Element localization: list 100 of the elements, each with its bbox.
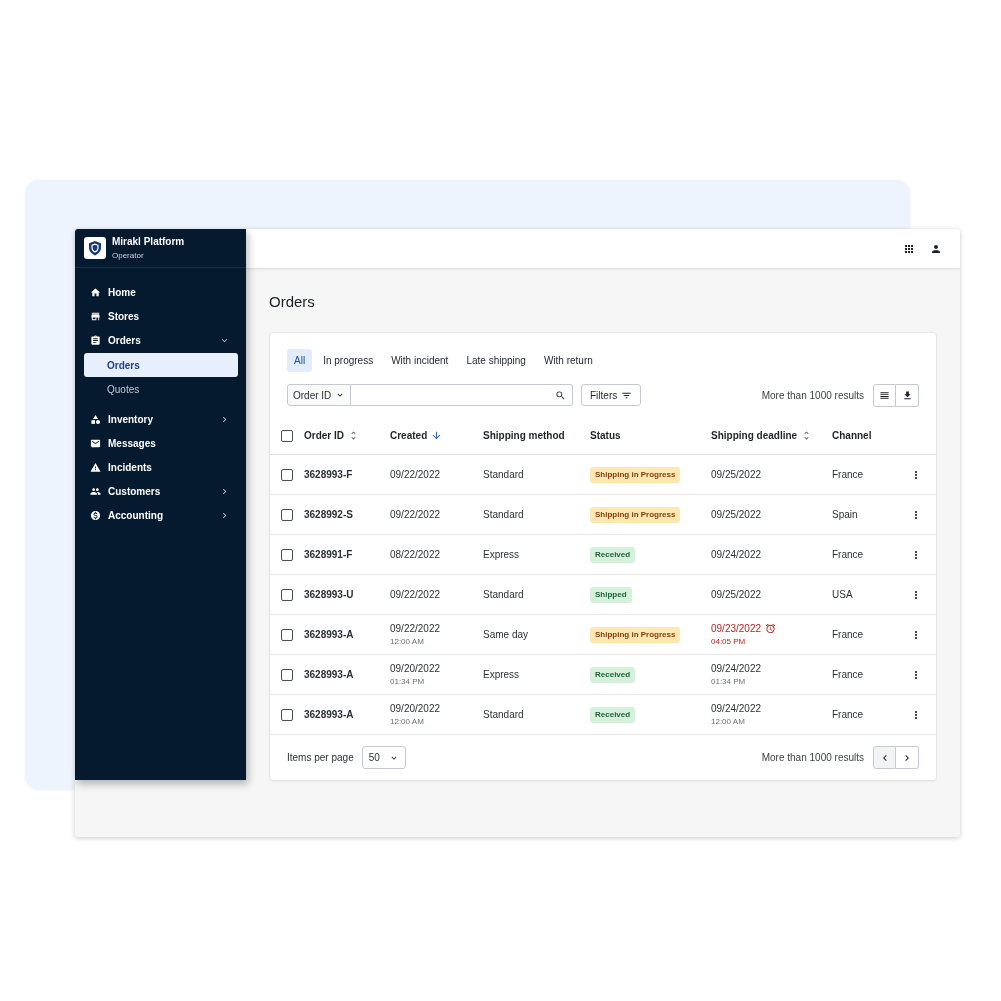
shipping-method-cell: Standard: [483, 589, 524, 600]
column-header: Status: [590, 430, 621, 441]
status-badge: Received: [590, 546, 636, 563]
download-icon: [901, 389, 913, 401]
shipping-method-cell: Same day: [483, 629, 529, 640]
nav-item[interactable]: Messages: [84, 431, 238, 455]
apps-button[interactable]: [903, 242, 915, 255]
checkbox[interactable]: [281, 429, 293, 442]
storefront-icon: [90, 310, 101, 322]
role-label: Operator: [112, 250, 144, 261]
search-scope-select[interactable]: Order ID: [287, 384, 351, 406]
deadline-date: 09/25/2022: [711, 588, 762, 601]
account-button[interactable]: [930, 242, 942, 255]
channel-cell: France: [832, 669, 864, 680]
filters-button[interactable]: Filters: [581, 384, 642, 406]
deadline-date: 09/24/2022: [711, 548, 762, 561]
deadline-date: 09/24/2022: [711, 702, 762, 715]
status-badge: Shipping in Progress: [590, 626, 681, 643]
dollar-coin-icon: [90, 509, 101, 521]
apps-grid-icon: [903, 242, 915, 255]
column-header: Channel: [832, 430, 872, 441]
sortable-column-header[interactable]: Shipping deadline: [711, 430, 813, 441]
created-time: 01:34 PM: [390, 676, 425, 687]
tab[interactable]: Late shipping: [459, 349, 533, 372]
order-id-cell: 3628991-F: [304, 549, 353, 560]
nav-item[interactable]: Orders: [84, 328, 238, 352]
page-size-select[interactable]: 50: [361, 746, 406, 769]
download-button[interactable]: [896, 383, 919, 407]
order-id-cell: 3628993-F: [304, 469, 353, 480]
checkbox[interactable]: [281, 668, 293, 681]
created-date: 09/20/2022: [390, 662, 441, 675]
sortable-column-header[interactable]: Order ID: [304, 430, 359, 441]
deadline-time: 01:34 PM: [711, 676, 746, 687]
people-icon: [90, 485, 101, 497]
clipboard-icon: [90, 334, 101, 346]
channel-cell: USA: [832, 589, 853, 600]
page-title: Orders: [269, 292, 315, 312]
alarm-clock-icon: [765, 623, 777, 634]
tab[interactable]: In progress: [316, 349, 381, 372]
order-id-cell: 3628993-U: [304, 589, 354, 600]
sortable-column-header[interactable]: Created: [390, 430, 443, 441]
search-field[interactable]: [351, 384, 573, 406]
order-id-cell: 3628993-A: [304, 669, 354, 680]
created-time: 12:00 AM: [390, 716, 424, 727]
nav-item[interactable]: Inventory: [84, 407, 238, 431]
nav-subitem[interactable]: Orders: [84, 353, 238, 377]
created-date: 09/22/2022: [390, 588, 441, 601]
shapes-icon: [90, 413, 101, 425]
checkbox[interactable]: [281, 468, 293, 481]
deadline-time: 04:05 PM: [711, 636, 746, 647]
status-badge: Shipped: [590, 586, 632, 603]
deadline-date: 09/23/2022: [711, 622, 762, 635]
results-count: More than 1000 results: [761, 389, 864, 401]
checkbox[interactable]: [281, 548, 293, 561]
checkbox[interactable]: [281, 588, 293, 601]
nav-item[interactable]: Stores: [84, 304, 238, 328]
status-badge: Received: [590, 666, 636, 683]
shipping-method-cell: Standard: [483, 709, 524, 720]
nav-item[interactable]: Incidents: [84, 455, 238, 479]
shield-logo-icon: [84, 237, 106, 259]
shipping-method-cell: Standard: [483, 469, 524, 480]
checkbox[interactable]: [281, 628, 293, 641]
list-icon: [879, 389, 890, 401]
results-count: More than 1000 results: [761, 752, 864, 763]
status-badge: Shipping in Progress: [590, 466, 681, 483]
order-id-cell: 3628992-S: [304, 509, 353, 520]
status-badge: Shipping in Progress: [590, 506, 681, 523]
tab[interactable]: With return: [536, 349, 600, 372]
channel-cell: France: [832, 629, 864, 640]
nav-item[interactable]: Customers: [84, 479, 238, 503]
checkbox[interactable]: [281, 708, 293, 721]
warning-icon: [90, 461, 101, 473]
channel-cell: France: [832, 709, 864, 720]
deadline-date: 09/25/2022: [711, 468, 762, 481]
list-view-button[interactable]: [873, 383, 896, 407]
order-id-cell: 3628993-A: [304, 709, 354, 720]
shipping-method-cell: Standard: [483, 509, 524, 520]
nav-item[interactable]: Accounting: [84, 503, 238, 527]
column-header: Shipping method: [483, 430, 565, 441]
nav-item[interactable]: Home: [84, 280, 238, 304]
shipping-method-cell: Express: [483, 669, 520, 680]
channel-cell: France: [832, 469, 864, 480]
created-date: 08/22/2022: [390, 548, 441, 561]
deadline-time: 12:00 AM: [711, 716, 745, 727]
shipping-method-cell: Express: [483, 549, 520, 560]
created-date: 09/20/2022: [390, 702, 441, 715]
order-id-cell: 3628993-A: [304, 629, 354, 640]
items-per-page-label: Items per page: [287, 752, 354, 763]
brand-name: Mirakl Platform: [112, 235, 185, 248]
channel-cell: Spain: [832, 509, 858, 520]
created-date: 09/22/2022: [390, 508, 441, 521]
deadline-date: 09/24/2022: [711, 662, 762, 675]
envelope-icon: [90, 437, 101, 449]
checkbox[interactable]: [281, 508, 293, 521]
created-time: 12:00 AM: [390, 636, 424, 647]
tab[interactable]: All: [287, 349, 313, 372]
tab[interactable]: With incident: [384, 349, 456, 372]
search-icon: [555, 389, 566, 401]
nav-subitem[interactable]: Quotes: [84, 377, 238, 401]
deadline-date: 09/25/2022: [711, 508, 762, 521]
